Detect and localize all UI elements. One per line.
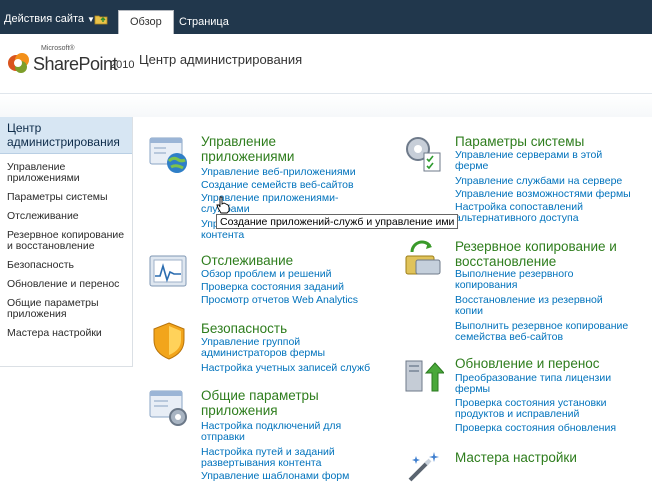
- heading-general-settings[interactable]: Общие параметры приложения: [201, 388, 371, 418]
- link-configure-aam[interactable]: Настройка сопоставлений альтернативного …: [455, 202, 605, 224]
- upgrade-arrow-icon: [405, 360, 444, 392]
- heading-backup[interactable]: Резервное копирование и восстановление: [455, 239, 645, 269]
- logo-microsoft-text: Microsoft®: [41, 45, 75, 52]
- logo-product-text: SharePoint: [33, 54, 118, 74]
- section-monitoring: Отслеживание Обзор проблем и решений Про…: [148, 252, 378, 312]
- heading-monitoring[interactable]: Отслеживание: [201, 253, 293, 268]
- ribbon-bar: Действия сайта ▼ Обзор Страница: [0, 0, 652, 34]
- heading-app-management[interactable]: Управление приложениями: [201, 134, 371, 164]
- link-create-site-collections[interactable]: Создание семейств веб-сайтов: [201, 180, 354, 191]
- web-application-icon: [149, 137, 187, 173]
- magic-wand-icon: [408, 452, 439, 482]
- nav-item-wizards[interactable]: Мастера настройки: [0, 328, 132, 339]
- section-security: Безопасность Управление группой админист…: [148, 320, 388, 376]
- link-configure-send-to[interactable]: Настройка подключений для отправки: [201, 421, 371, 443]
- link-review-problems[interactable]: Обзор проблем и решений: [201, 269, 332, 280]
- heading-security[interactable]: Безопасность: [201, 321, 287, 336]
- link-check-install-status[interactable]: Проверка состояния установки продуктов и…: [455, 398, 625, 420]
- nav-item-system-settings[interactable]: Параметры системы: [0, 192, 132, 203]
- link-manage-web-apps[interactable]: Управление веб-приложениями: [201, 167, 356, 178]
- link-site-collection-backup[interactable]: Выполнить резервное копирование семейств…: [455, 321, 645, 343]
- link-convert-license[interactable]: Преобразование типа лицензии фермы: [455, 373, 625, 395]
- link-perform-backup[interactable]: Выполнение резервного копирования: [455, 269, 605, 291]
- link-check-job-status[interactable]: Проверка состояния заданий: [201, 282, 344, 293]
- sharepoint-mark-icon: [8, 53, 29, 73]
- settings-window-icon: [149, 390, 187, 426]
- link-check-upgrade-status[interactable]: Проверка состояния обновления: [455, 423, 616, 434]
- page-title: Центр администрирования: [139, 52, 303, 67]
- tooltip: Создание приложений-служб и управление и…: [216, 214, 459, 229]
- hand-cursor-icon: [216, 196, 230, 214]
- system-gears-icon: [406, 137, 441, 172]
- section-wizards: Мастера настройки: [402, 446, 647, 482]
- nav-item-general-settings[interactable]: Общие параметры приложения: [0, 298, 132, 320]
- left-navigation: Центр администрирования Управление прило…: [0, 117, 133, 367]
- link-manage-servers[interactable]: Управление серверами в этой ферме: [455, 150, 625, 172]
- tab-page[interactable]: Страница: [168, 11, 240, 34]
- link-manage-farm-features[interactable]: Управление возможностями фермы: [455, 189, 631, 200]
- heading-wizards[interactable]: Мастера настройки: [455, 450, 577, 465]
- link-manage-services-on-server[interactable]: Управление службами на сервере: [455, 176, 622, 187]
- nav-item-upgrade[interactable]: Обновление и перенос: [0, 279, 132, 290]
- site-actions-menu[interactable]: Действия сайта ▼: [4, 13, 95, 25]
- link-restore-from-backup[interactable]: Восстановление из резервной копии: [455, 295, 615, 317]
- section-upgrade: Обновление и перенос Преобразование типа…: [402, 355, 647, 435]
- site-actions-label[interactable]: Действия сайта: [4, 13, 84, 25]
- link-configure-service-accounts[interactable]: Настройка учетных записей служб: [201, 363, 370, 374]
- backup-restore-icon: [405, 240, 441, 275]
- link-web-analytics[interactable]: Просмотр отчетов Web Analytics: [201, 295, 358, 306]
- nav-item-backup[interactable]: Резервное копирование и восстановление: [0, 230, 132, 252]
- shield-icon: [153, 322, 185, 360]
- header-separator-band: [0, 95, 652, 117]
- monitoring-chart-icon: [149, 255, 187, 287]
- nav-item-security[interactable]: Безопасность: [0, 260, 132, 271]
- section-general-settings: Общие параметры приложения Настройка под…: [148, 387, 388, 482]
- heading-system-settings[interactable]: Параметры системы: [455, 134, 584, 149]
- section-system-settings: Параметры системы Управление серверами в…: [402, 133, 642, 224]
- link-manage-farm-admins[interactable]: Управление группой администраторов фермы: [201, 337, 381, 359]
- logo-year-text: 2010: [110, 59, 135, 71]
- section-backup: Резервное копирование и восстановление В…: [402, 238, 647, 343]
- heading-upgrade[interactable]: Обновление и перенос: [455, 356, 600, 371]
- nav-heading[interactable]: Центр администрирования: [0, 117, 132, 154]
- nav-item-app-management[interactable]: Управление приложениями: [0, 162, 132, 184]
- site-header: Microsoft® SharePoint 2010 Центр админис…: [0, 34, 652, 94]
- sharepoint-logo: Microsoft® SharePoint 2010: [6, 45, 135, 85]
- link-manage-form-templates[interactable]: Управление шаблонами форм: [201, 471, 349, 482]
- link-content-deployment[interactable]: Настройка путей и заданий развертывания …: [201, 447, 361, 469]
- tab-browse[interactable]: Обзор: [118, 10, 174, 34]
- folder-up-icon[interactable]: [94, 13, 108, 25]
- nav-item-monitoring[interactable]: Отслеживание: [0, 211, 132, 222]
